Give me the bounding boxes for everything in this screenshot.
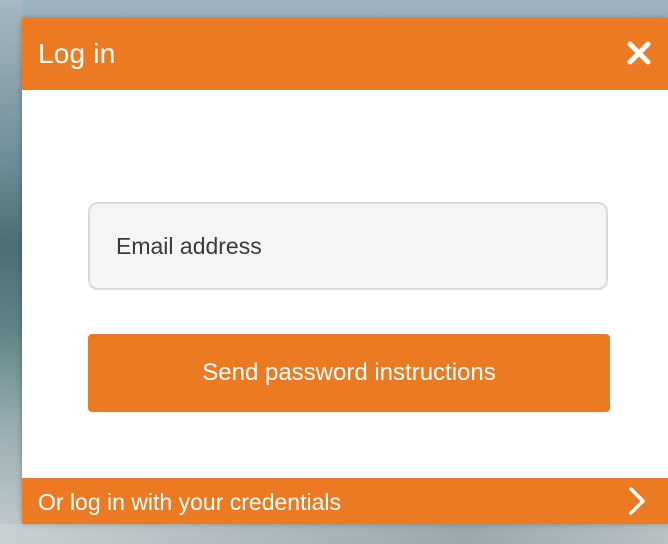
login-modal: Log in Send password instructions Or log… <box>22 18 668 524</box>
background-bottom-edge <box>0 524 668 544</box>
email-field[interactable] <box>88 202 608 290</box>
modal-header: Log in <box>22 18 668 90</box>
close-icon <box>627 41 651 65</box>
chevron-right-icon <box>628 486 646 516</box>
background-left-edge <box>0 0 22 544</box>
modal-title: Log in <box>38 38 116 69</box>
credentials-login-link[interactable]: Or log in with your credentials <box>22 478 668 524</box>
send-password-instructions-button[interactable]: Send password instructions <box>88 334 610 412</box>
credentials-login-label: Or log in with your credentials <box>38 489 341 515</box>
close-button[interactable] <box>624 38 654 68</box>
